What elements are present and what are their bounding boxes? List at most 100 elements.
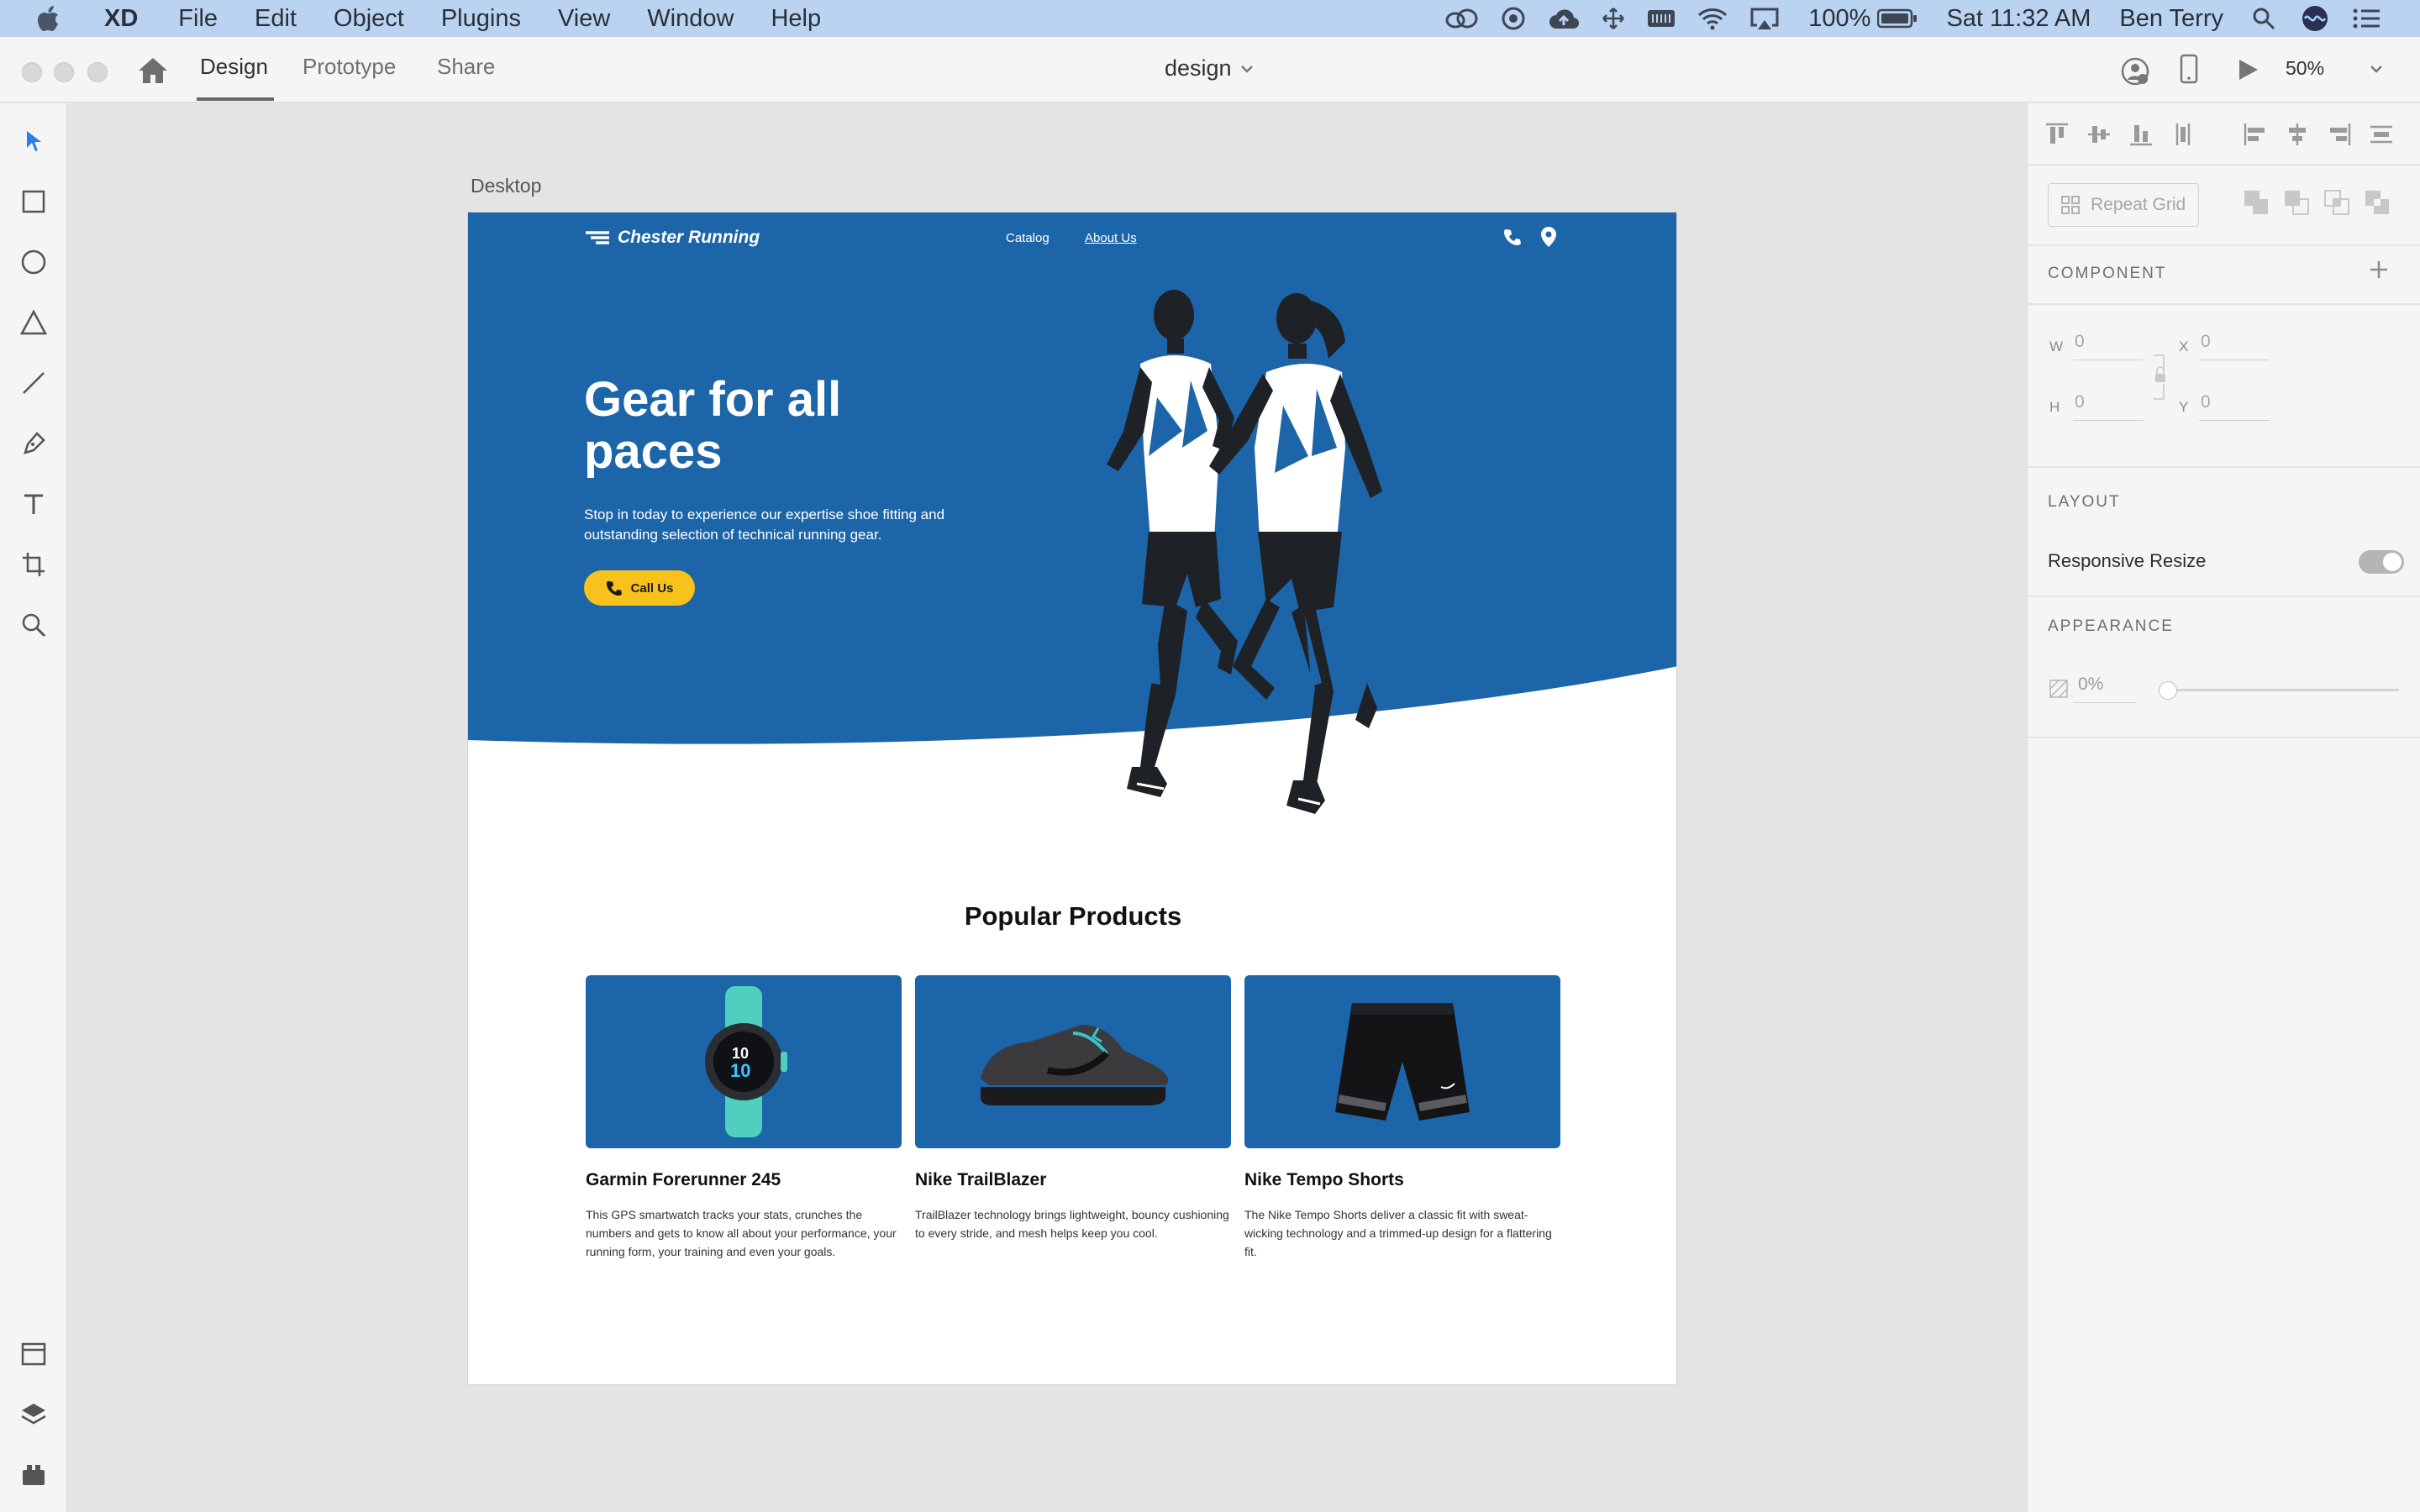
boolean-add-icon[interactable] (2243, 189, 2270, 216)
lock-aspect-icon[interactable] (2152, 352, 2167, 402)
x-label: X (2179, 339, 2189, 354)
opacity-slider-thumb[interactable] (2159, 681, 2177, 700)
product-description: TrailBlazer technology brings lightweigh… (915, 1208, 1229, 1240)
select-tool-icon[interactable] (17, 124, 50, 158)
desktop-preview-play-icon[interactable] (2235, 57, 2260, 82)
keyboard-icon[interactable] (1647, 8, 1676, 29)
product-name[interactable]: Garmin Forerunner 245 (586, 1170, 902, 1190)
window-zoom-button[interactable] (87, 62, 108, 82)
height-label: H (2049, 399, 2060, 415)
sync-icon[interactable] (1501, 6, 1526, 31)
artboard-name[interactable]: Desktop (471, 175, 541, 197)
opacity-slider-track[interactable] (2160, 689, 2399, 691)
repeat-grid-button[interactable]: Repeat Grid (2048, 183, 2199, 227)
nav-catalog[interactable]: Catalog (1006, 231, 1050, 245)
artboard-tool-icon[interactable] (17, 548, 50, 581)
location-pin-icon[interactable] (1540, 226, 1557, 248)
divider (2028, 737, 2420, 738)
opacity-field[interactable]: 0% (2073, 673, 2137, 703)
menu-edit[interactable]: Edit (255, 5, 297, 33)
user-name[interactable]: Ben Terry (2119, 5, 2223, 33)
x-position-field[interactable]: 0 (2199, 330, 2270, 360)
product-card-trailblazer[interactable]: Nike TrailBlazer TrailBlazer technology … (915, 975, 1231, 1242)
menu-object[interactable]: Object (334, 5, 404, 33)
spotlight-search-icon[interactable] (2252, 7, 2275, 30)
app-menu-xd[interactable]: XD (104, 5, 138, 33)
call-us-button[interactable]: Call Us (584, 570, 695, 606)
battery-percent: 100% (1808, 4, 1871, 32)
width-field[interactable]: 0 (2073, 330, 2144, 360)
boolean-subtract-icon[interactable] (2283, 189, 2310, 216)
text-tool-icon[interactable] (17, 487, 50, 521)
product-card-tempo-shorts[interactable]: Nike Tempo Shorts The Nike Tempo Shorts … (1244, 975, 1560, 1261)
line-tool-icon[interactable] (17, 366, 50, 400)
mobile-preview-icon[interactable] (2180, 54, 2198, 84)
call-us-label: Call Us (630, 580, 674, 596)
battery-icon[interactable] (1877, 8, 1918, 29)
phone-icon[interactable] (1503, 228, 1522, 246)
move-icon[interactable] (1602, 7, 1625, 30)
menu-plugins[interactable]: Plugins (441, 5, 521, 33)
watch-face-minutes: 10 (730, 1060, 750, 1081)
divider (2028, 244, 2420, 246)
nav-about-us[interactable]: About Us (1085, 231, 1137, 245)
align-center-icon[interactable] (2285, 122, 2310, 147)
pen-tool-icon[interactable] (17, 427, 50, 460)
clock[interactable]: Sat 11:32 AM (1946, 5, 2091, 33)
product-image-watch[interactable]: 10 10 (586, 975, 902, 1148)
align-bottom-icon[interactable] (2128, 122, 2154, 147)
menu-file[interactable]: File (178, 5, 218, 33)
responsive-resize-toggle[interactable] (2359, 550, 2404, 574)
airplay-icon[interactable] (1749, 7, 1780, 30)
tab-share[interactable]: Share (437, 54, 495, 80)
cloud-upload-icon[interactable] (1548, 7, 1580, 30)
notification-center-icon[interactable] (2353, 8, 2381, 29)
zoom-tool-icon[interactable] (17, 608, 50, 642)
add-component-icon[interactable] (2369, 260, 2389, 280)
product-image-shoe[interactable] (915, 975, 1231, 1148)
align-left-icon[interactable] (2243, 122, 2268, 147)
distribute-horizontal-icon[interactable] (2369, 122, 2394, 147)
apple-icon[interactable] (30, 0, 67, 37)
artboard-desktop[interactable]: Chester Running Catalog About Us Gear fo… (467, 212, 1677, 1385)
menu-view[interactable]: View (558, 5, 610, 33)
boolean-intersect-icon[interactable] (2323, 189, 2350, 216)
height-field[interactable]: 0 (2073, 391, 2144, 421)
home-icon[interactable] (136, 55, 170, 86)
layers-panel-icon[interactable] (17, 1398, 50, 1431)
window-minimize-button[interactable] (54, 62, 74, 82)
align-right-icon[interactable] (2327, 122, 2352, 147)
menu-window[interactable]: Window (647, 5, 734, 33)
zoom-level[interactable]: 50% (2286, 57, 2324, 80)
window-close-button[interactable] (22, 62, 42, 82)
share-user-icon[interactable] (2121, 57, 2149, 86)
align-top-icon[interactable] (2044, 122, 2070, 147)
tab-prototype[interactable]: Prototype (302, 54, 396, 80)
ellipse-tool-icon[interactable] (17, 245, 50, 279)
boolean-exclude-icon[interactable] (2364, 189, 2391, 216)
y-position-field[interactable]: 0 (2199, 391, 2270, 421)
running-shoe-image (981, 1025, 1169, 1105)
polygon-tool-icon[interactable] (17, 306, 50, 339)
creative-cloud-icon[interactable] (1445, 7, 1479, 30)
assets-panel-icon[interactable] (17, 1337, 50, 1371)
distribute-vertical-icon[interactable] (2170, 122, 2196, 147)
wifi-icon[interactable] (1697, 7, 1728, 30)
tools-panel (0, 103, 67, 1512)
divider (2028, 303, 2420, 305)
tab-design[interactable]: Design (200, 54, 268, 80)
logo-stripes-icon (586, 231, 609, 244)
menu-help[interactable]: Help (771, 5, 821, 33)
chevron-down-icon[interactable] (1240, 64, 1254, 74)
site-logo[interactable]: Chester Running (584, 228, 760, 248)
product-name[interactable]: Nike Tempo Shorts (1244, 1170, 1560, 1190)
zoom-chevron-down-icon[interactable] (2370, 64, 2383, 74)
product-name[interactable]: Nike TrailBlazer (915, 1170, 1231, 1190)
document-title[interactable]: design (1165, 55, 1232, 81)
plugins-panel-icon[interactable] (17, 1458, 50, 1492)
align-middle-icon[interactable] (2086, 122, 2112, 147)
rectangle-tool-icon[interactable] (17, 185, 50, 218)
product-image-shorts[interactable] (1244, 975, 1560, 1148)
siri-icon[interactable] (2301, 4, 2329, 33)
product-card-garmin[interactable]: 10 10 Garmin Forerunner 245 This GPS sma… (586, 975, 902, 1261)
